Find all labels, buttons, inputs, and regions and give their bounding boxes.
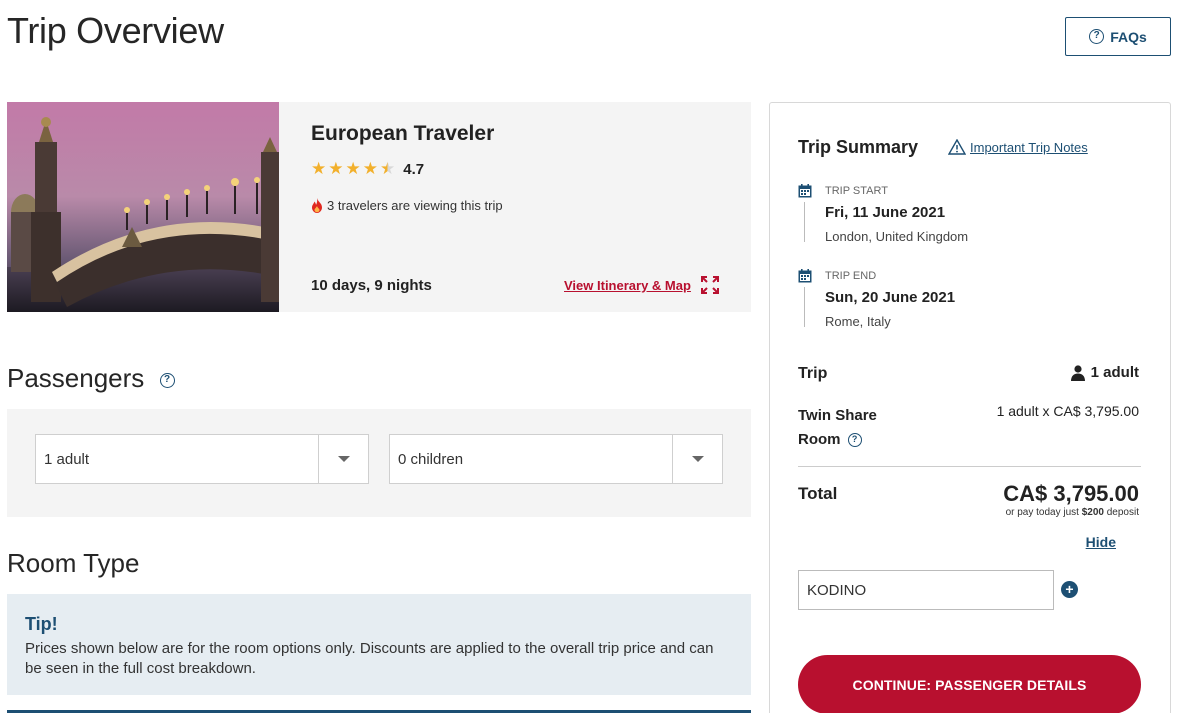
trip-card: European Traveler ★ ★ ★ ★ ★ 4.7 3 travel… — [7, 102, 751, 312]
trip-end-date: Sun, 20 June 2021 — [825, 289, 956, 306]
adults-select[interactable]: 1 adult — [35, 434, 369, 484]
room-label-line1: Twin Share — [798, 407, 877, 424]
trip-end-label: TRIP END — [825, 270, 877, 282]
add-promo-icon[interactable]: + — [1061, 581, 1078, 598]
half-star-icon: ★ — [380, 159, 396, 178]
adults-select-value: 1 adult — [44, 450, 90, 468]
passengers-panel: 1 adult 0 children — [7, 409, 751, 517]
trip-start-place: London, United Kingdom — [825, 229, 969, 244]
person-icon — [1070, 364, 1085, 381]
deposit-suffix: deposit — [1103, 507, 1139, 518]
faqs-button[interactable]: ? FAQs — [1065, 17, 1171, 56]
star-icon: ★ — [328, 159, 344, 178]
trip-summary-panel: Trip Summary Important Trip Notes TRIP S… — [769, 102, 1171, 713]
children-select-value: 0 children — [398, 450, 464, 468]
room-label-line2: Room ? — [798, 428, 877, 452]
trip-summary-title: Trip Summary — [798, 137, 919, 157]
question-icon: ? — [1089, 29, 1105, 44]
divider — [798, 466, 1141, 467]
tip-box: Tip! Prices shown below are for the room… — [7, 594, 751, 695]
trip-start-date: Fri, 11 June 2021 — [825, 204, 946, 221]
star-icon: ★ — [311, 159, 327, 178]
promo-code-input[interactable] — [798, 570, 1054, 610]
calendar-icon — [798, 269, 812, 283]
total-value: CA$ 3,795.00 — [1003, 481, 1139, 506]
chevron-down-icon[interactable] — [672, 435, 722, 483]
viewing-text: 3 travelers are viewing this trip — [327, 198, 503, 213]
room-label-text: Room — [798, 431, 841, 448]
hide-link[interactable]: Hide — [1086, 534, 1116, 550]
room-label: Twin Share Room ? — [798, 404, 877, 452]
deposit-amount: $200 — [1081, 507, 1104, 518]
view-itinerary-link[interactable]: View Itinerary & Map — [564, 278, 691, 293]
important-trip-notes-link[interactable]: Important Trip Notes — [948, 139, 1088, 155]
deposit-prefix: or pay today just — [1005, 507, 1082, 518]
rating-value: 4.7 — [403, 160, 425, 178]
deposit-note: or pay today just $200 deposit — [1006, 507, 1139, 518]
chevron-down-icon[interactable] — [318, 435, 368, 483]
warning-icon — [948, 139, 966, 155]
star-icon: ★ — [345, 159, 361, 178]
tip-text: Prices shown below are for the room opti… — [25, 640, 714, 677]
room-type-heading: Room Type — [7, 548, 140, 578]
calendar-icon — [798, 184, 812, 198]
flame-icon — [312, 198, 322, 213]
trip-duration: 10 days, 9 nights — [311, 277, 432, 294]
children-select[interactable]: 0 children — [389, 434, 723, 484]
traveler-count: 1 adult — [1070, 364, 1139, 381]
traveler-count-text: 1 adult — [1090, 364, 1139, 381]
help-icon[interactable]: ? — [159, 372, 175, 388]
timeline-line — [804, 202, 805, 242]
timeline-line — [804, 287, 805, 327]
room-price: 1 adult x CA$ 3,795.00 — [996, 403, 1139, 419]
trip-name: European Traveler — [311, 122, 495, 145]
help-icon[interactable]: ? — [847, 433, 862, 448]
trip-rating: ★ ★ ★ ★ ★ 4.7 — [311, 160, 424, 178]
passengers-heading: Passengers ? — [7, 363, 175, 394]
total-label: Total — [798, 484, 838, 503]
trip-label: Trip — [798, 365, 828, 382]
trip-start-label: TRIP START — [825, 185, 888, 197]
viewing-notice: 3 travelers are viewing this trip — [311, 198, 503, 213]
important-trip-notes-label: Important Trip Notes — [970, 139, 1088, 155]
passengers-heading-text: Passengers — [7, 363, 145, 393]
trip-photo — [7, 102, 279, 312]
continue-button[interactable]: CONTINUE: PASSENGER DETAILS — [798, 655, 1141, 713]
faqs-label: FAQs — [1110, 28, 1147, 45]
tip-title: Tip! — [25, 614, 58, 634]
page-title: Trip Overview — [7, 10, 224, 51]
expand-icon[interactable] — [701, 276, 719, 294]
star-icon: ★ — [362, 159, 378, 178]
trip-end-place: Rome, Italy — [825, 314, 891, 329]
